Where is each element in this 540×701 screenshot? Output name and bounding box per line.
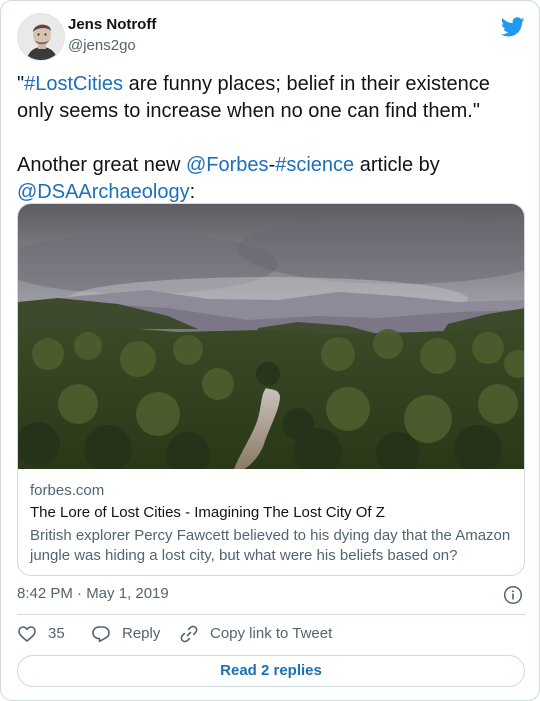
read-replies-button[interactable]: Read 2 replies xyxy=(17,655,525,687)
tweet-text-segment: article by xyxy=(354,154,446,176)
link-title[interactable]: The Lore of Lost Cities - Imagining The … xyxy=(30,503,516,523)
link-preview-image[interactable] xyxy=(18,204,525,469)
mention-link[interactable]: @Forbes xyxy=(186,154,269,176)
link-description: British explorer Percy Fawcett believed … xyxy=(30,527,511,564)
avatar[interactable] xyxy=(17,13,65,61)
link-preview-card[interactable]: forbes.com The Lore of Lost Cities - Ima… xyxy=(17,203,525,576)
divider xyxy=(17,614,525,615)
link-icon xyxy=(180,625,198,643)
like-button[interactable]: 35 xyxy=(17,623,65,645)
author-info[interactable]: Jens Notroff @jens2go xyxy=(68,16,156,56)
twitter-bird-icon[interactable] xyxy=(501,15,525,39)
info-icon[interactable] xyxy=(503,585,523,605)
copy-link-label: Copy link to Tweet xyxy=(210,625,333,642)
heart-icon xyxy=(18,626,36,642)
tweet-actions: 35 Reply Copy link to Tweet xyxy=(17,623,525,645)
hashtag-link[interactable]: #LostCities xyxy=(24,73,123,95)
hashtag-link[interactable]: #science xyxy=(275,154,354,176)
tweet-header: Jens Notroff @jens2go xyxy=(17,13,525,61)
author-handle[interactable]: @jens2go xyxy=(68,36,156,56)
author-name[interactable]: Jens Notroff xyxy=(68,16,156,34)
reply-label: Reply xyxy=(122,625,161,642)
tweet-embed-card: Jens Notroff @jens2go "#LostCities are f… xyxy=(0,0,540,701)
link-preview-meta[interactable]: forbes.com The Lore of Lost Cities - Ima… xyxy=(30,481,516,566)
mention-link[interactable]: @DSAArchaeology xyxy=(17,181,190,203)
tweet-timestamp[interactable]: 8:42 PM · May 1, 2019 xyxy=(17,584,169,604)
copy-link-button[interactable]: Copy link to Tweet xyxy=(179,623,332,645)
link-domain: forbes.com xyxy=(30,482,105,499)
tweet-text-segment: : xyxy=(189,181,196,203)
like-count: 35 xyxy=(48,625,65,642)
tweet-text: "#LostCities are funny places; belief in… xyxy=(17,71,527,206)
tweet-text-segment: Another great new xyxy=(17,154,186,176)
reply-button[interactable]: Reply xyxy=(91,623,160,645)
reply-icon xyxy=(92,626,110,643)
